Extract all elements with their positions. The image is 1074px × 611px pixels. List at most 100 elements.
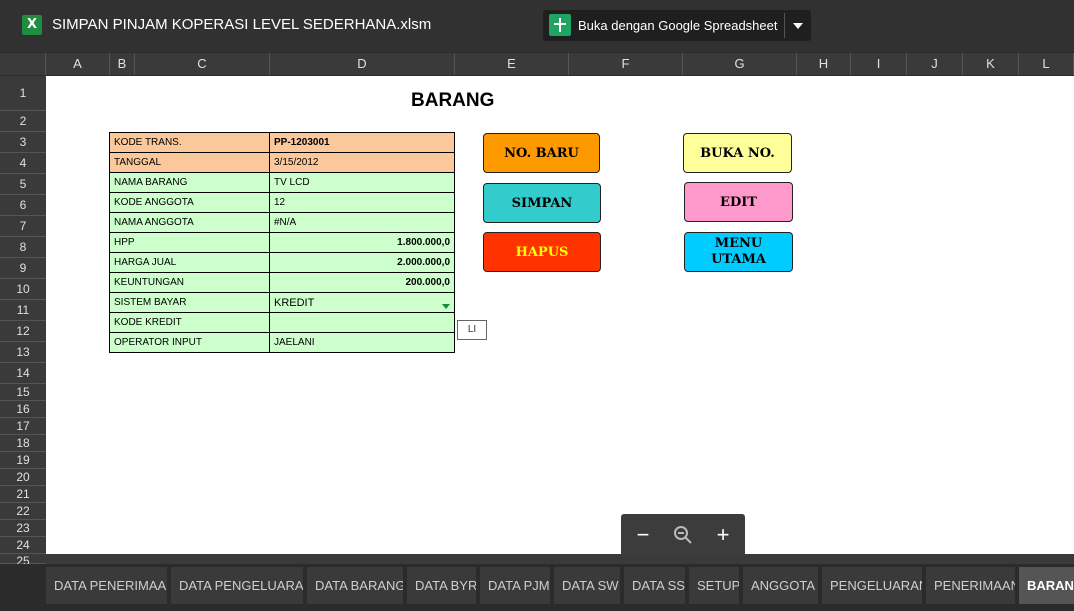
corner-cell[interactable] xyxy=(0,53,46,75)
tab-anggota[interactable]: ANGGOTA xyxy=(743,567,818,604)
edit-button[interactable]: EDIT xyxy=(684,182,793,222)
form-value[interactable]: 3/15/2012 xyxy=(269,152,455,173)
tab-data-penerimaan[interactable]: DATA PENERIMAAN xyxy=(46,567,167,604)
col-header-f[interactable]: F xyxy=(569,53,683,75)
sheet-tabs: DATA PENERIMAAN DATA PENGELUARAN DATA BA… xyxy=(0,564,1074,611)
row-header[interactable]: 2 xyxy=(0,111,46,132)
hapus-button[interactable]: HAPUS xyxy=(483,232,601,272)
form-label: SISTEM BAYAR xyxy=(109,292,270,313)
barang-form: KODE TRANS. PP-1203001 TANGGAL 3/15/2012… xyxy=(109,132,455,353)
form-label: OPERATOR INPUT xyxy=(109,332,270,353)
row-header[interactable]: 10 xyxy=(0,279,46,300)
row-header[interactable]: 21 xyxy=(0,486,46,503)
form-value[interactable]: 2.000.000,0 xyxy=(269,252,455,273)
col-header-i[interactable]: I xyxy=(851,53,907,75)
file-title: SIMPAN PINJAM KOPERASI LEVEL SEDERHANA.x… xyxy=(52,16,432,33)
row-header[interactable]: 17 xyxy=(0,418,46,435)
row-header[interactable]: 4 xyxy=(0,153,46,174)
horizontal-scrollbar[interactable] xyxy=(46,554,1074,564)
row-header[interactable]: 15 xyxy=(0,384,46,401)
row-header[interactable]: 1 xyxy=(0,76,46,111)
col-header-c[interactable]: C xyxy=(135,53,270,75)
tab-data-byr[interactable]: DATA BYR xyxy=(407,567,476,604)
sheet-grid[interactable]: BARANG KODE TRANS. PP-1203001 TANGGAL 3/… xyxy=(46,76,1074,554)
row-header[interactable]: 5 xyxy=(0,174,46,195)
row-header[interactable]: 22 xyxy=(0,503,46,520)
col-header-a[interactable]: A xyxy=(46,53,110,75)
row-header[interactable]: 3 xyxy=(0,132,46,153)
col-header-j[interactable]: J xyxy=(907,53,963,75)
row-header[interactable]: 13 xyxy=(0,342,46,363)
tab-data-sw[interactable]: DATA SW xyxy=(554,567,620,604)
col-header-d[interactable]: D xyxy=(270,53,455,75)
zoom-reset-button[interactable] xyxy=(668,514,698,556)
form-value[interactable]: 12 xyxy=(269,192,455,213)
tab-pengeluaran[interactable]: PENGELUARAN xyxy=(822,567,922,604)
col-header-e[interactable]: E xyxy=(455,53,569,75)
google-sheets-icon xyxy=(549,14,571,36)
row-header[interactable]: 16 xyxy=(0,401,46,418)
row-header[interactable]: 25 xyxy=(0,554,46,564)
form-row: TANGGAL 3/15/2012 xyxy=(109,152,455,173)
tab-barang[interactable]: BARANG xyxy=(1019,567,1074,604)
zoom-in-button[interactable]: + xyxy=(708,514,738,556)
form-row: HARGA JUAL 2.000.000,0 xyxy=(109,252,455,273)
form-label: KODE KREDIT xyxy=(109,312,270,333)
row-header[interactable]: 19 xyxy=(0,452,46,469)
form-value[interactable]: #N/A xyxy=(269,212,455,233)
form-label: HARGA JUAL xyxy=(109,252,270,273)
col-header-k[interactable]: K xyxy=(963,53,1019,75)
form-value[interactable] xyxy=(269,312,455,333)
open-with-google-sheets-button[interactable]: Buka dengan Google Spreadsheet xyxy=(543,10,811,41)
buka-no-button[interactable]: BUKA NO. xyxy=(683,133,792,173)
form-value[interactable]: JAELANI xyxy=(269,332,455,353)
column-headers: A B C D E F G H I J K L xyxy=(0,53,1074,75)
form-label: TANGGAL xyxy=(109,152,270,173)
form-value[interactable]: 200.000,0 xyxy=(269,272,455,293)
form-row: NAMA ANGGOTA #N/A xyxy=(109,212,455,233)
no-baru-button[interactable]: NO. BARU xyxy=(483,133,600,173)
col-header-l[interactable]: L xyxy=(1019,53,1074,75)
row-header[interactable]: 20 xyxy=(0,469,46,486)
simpan-button[interactable]: SIMPAN xyxy=(483,183,601,223)
row-header[interactable]: 24 xyxy=(0,537,46,554)
menu-utama-button[interactable]: MENU UTAMA xyxy=(684,232,793,272)
row-header[interactable]: 7 xyxy=(0,216,46,237)
row-header[interactable]: 23 xyxy=(0,520,46,537)
sheet-title: BARANG xyxy=(411,90,495,111)
row-headers: 1 2 3 4 5 6 7 8 9 10 11 12 13 14 15 16 1… xyxy=(0,76,46,564)
form-row: KODE TRANS. PP-1203001 xyxy=(109,132,455,153)
tab-data-pengeluaran[interactable]: DATA PENGELUARAN xyxy=(171,567,303,604)
form-label: KEUNTUNGAN xyxy=(109,272,270,293)
dropdown-arrow-icon[interactable] xyxy=(442,303,450,309)
form-value[interactable]: PP-1203001 xyxy=(269,132,455,153)
form-label: HPP xyxy=(109,232,270,253)
form-row: HPP 1.800.000,0 xyxy=(109,232,455,253)
row-header[interactable]: 12 xyxy=(0,321,46,342)
row-header[interactable]: 6 xyxy=(0,195,46,216)
form-value[interactable]: 1.800.000,0 xyxy=(269,232,455,253)
tab-data-barang[interactable]: DATA BARANG xyxy=(307,567,403,604)
divider xyxy=(784,13,785,38)
chevron-down-icon[interactable] xyxy=(793,23,803,29)
form-value[interactable]: TV LCD xyxy=(269,172,455,193)
tab-data-ss[interactable]: DATA SS xyxy=(624,567,685,604)
row-header[interactable]: 11 xyxy=(0,300,46,321)
row-header[interactable]: 18 xyxy=(0,435,46,452)
form-label: KODE ANGGOTA xyxy=(109,192,270,213)
title-bar: X SIMPAN PINJAM KOPERASI LEVEL SEDERHANA… xyxy=(0,0,1074,52)
side-note-box[interactable]: LI xyxy=(457,320,487,340)
tab-data-pjm[interactable]: DATA PJM xyxy=(480,567,550,604)
sistem-bayar-dropdown[interactable]: KREDIT xyxy=(269,292,455,313)
zoom-out-button[interactable]: − xyxy=(628,514,658,556)
row-header[interactable]: 14 xyxy=(0,363,46,384)
col-header-b[interactable]: B xyxy=(110,53,135,75)
tab-penerimaan[interactable]: PENERIMAAN xyxy=(926,567,1015,604)
form-label: KODE TRANS. xyxy=(109,132,270,153)
row-header[interactable]: 8 xyxy=(0,237,46,258)
tab-setup[interactable]: SETUP xyxy=(689,567,739,604)
row-header[interactable]: 9 xyxy=(0,258,46,279)
col-header-g[interactable]: G xyxy=(683,53,797,75)
col-header-h[interactable]: H xyxy=(797,53,851,75)
form-label: NAMA ANGGOTA xyxy=(109,212,270,233)
